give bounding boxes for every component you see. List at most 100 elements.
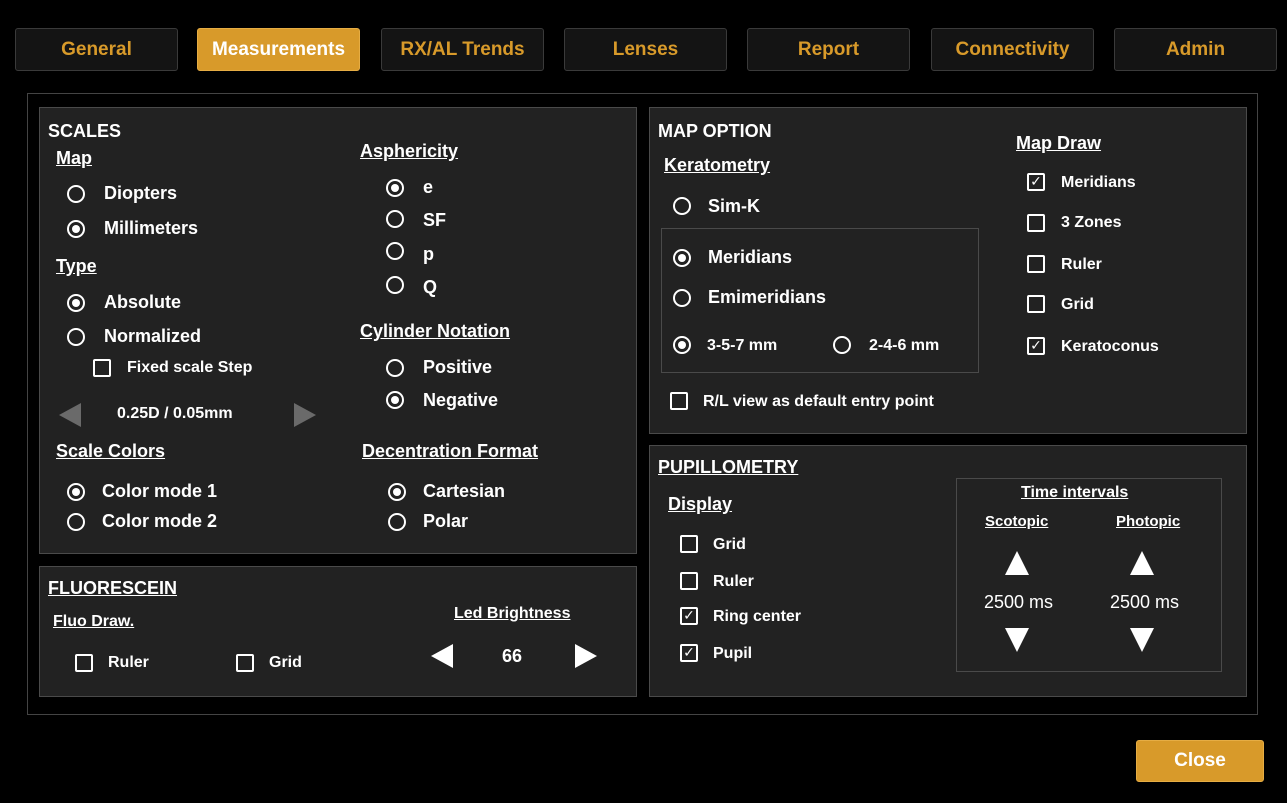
scotopic-heading: Scotopic	[985, 513, 1049, 530]
checkbox-fluo-grid[interactable]	[236, 654, 254, 672]
map-option-panel: MAP OPTION Keratometry Sim-K Meridians E…	[649, 107, 1247, 434]
tab-general[interactable]: General	[15, 28, 178, 71]
label-fluo-ruler: Ruler	[108, 654, 149, 671]
scale-colors-heading: Scale Colors	[56, 441, 166, 461]
label-polar: Polar	[423, 511, 469, 531]
radio-asphericity-p[interactable]	[386, 242, 404, 260]
checkbox-pupil-grid[interactable]	[680, 535, 698, 553]
tab-report[interactable]: Report	[747, 28, 910, 71]
label-ring-center: Ring center	[713, 608, 802, 625]
radio-asphericity-sf[interactable]	[386, 210, 404, 228]
label-color-mode-2: Color mode 2	[102, 511, 218, 531]
label-map-grid: Grid	[1061, 296, 1094, 313]
radio-sim-k[interactable]	[673, 197, 691, 215]
radio-diopters[interactable]	[67, 185, 85, 203]
label-map-meridians: Meridians	[1061, 174, 1136, 191]
label-absolute: Absolute	[104, 292, 182, 312]
radio-normalized[interactable]	[67, 328, 85, 346]
label-sim-k: Sim-K	[708, 196, 761, 216]
photopic-increase-arrow-icon[interactable]	[1130, 551, 1154, 575]
cylinder-notation-heading: Cylinder Notation	[360, 321, 511, 341]
label-zones-3-5-7: 3-5-7 mm	[707, 337, 778, 354]
label-map-keratoconus: Keratoconus	[1061, 338, 1159, 355]
pupillometry-title: PUPILLOMETRY	[658, 457, 799, 477]
checkbox-rl-view[interactable]	[670, 392, 688, 410]
checkbox-ring-center[interactable]: ✓	[680, 607, 698, 625]
scales-title: SCALES	[48, 121, 122, 141]
checkbox-map-ruler[interactable]	[1027, 255, 1045, 273]
checkbox-map-grid[interactable]	[1027, 295, 1045, 313]
led-brightness-heading: Led Brightness	[454, 605, 571, 622]
step-value: 0.25D / 0.05mm	[117, 405, 233, 422]
keratometry-heading: Keratometry	[664, 155, 771, 175]
map-heading: Map	[56, 148, 92, 168]
checkbox-map-3-zones[interactable]	[1027, 214, 1045, 232]
label-asphericity-sf: SF	[423, 210, 447, 230]
scotopic-value: 2500 ms	[984, 592, 1054, 612]
map-option-title: MAP OPTION	[658, 121, 772, 141]
label-map-3-zones: 3 Zones	[1061, 214, 1122, 231]
pupillometry-panel: PUPILLOMETRY Display Grid Ruler ✓ Ring c…	[649, 445, 1247, 697]
checkbox-pupil[interactable]: ✓	[680, 644, 698, 662]
label-pupil: Pupil	[713, 645, 753, 662]
label-asphericity-e: e	[423, 177, 434, 197]
label-normalized: Normalized	[104, 326, 202, 346]
decentration-format-heading: Decentration Format	[362, 441, 539, 461]
radio-asphericity-e[interactable]	[386, 179, 404, 197]
close-button[interactable]: Close	[1136, 740, 1264, 782]
step-increase-arrow-icon[interactable]	[294, 403, 316, 427]
label-pupil-ruler: Ruler	[713, 573, 754, 590]
label-rl-view: R/L view as default entry point	[703, 393, 934, 410]
fluorescein-title: FLUORESCEIN	[48, 578, 178, 598]
photopic-value: 2500 ms	[1110, 592, 1180, 612]
label-negative: Negative	[423, 390, 499, 410]
label-cartesian: Cartesian	[423, 481, 506, 501]
checkbox-fixed-scale-step[interactable]	[93, 359, 111, 377]
tab-admin[interactable]: Admin	[1114, 28, 1277, 71]
label-fluo-grid: Grid	[269, 654, 302, 671]
photopic-decrease-arrow-icon[interactable]	[1130, 628, 1154, 652]
label-pupil-grid: Grid	[713, 536, 746, 553]
scotopic-increase-arrow-icon[interactable]	[1005, 551, 1029, 575]
label-map-ruler: Ruler	[1061, 256, 1102, 273]
radio-asphericity-q[interactable]	[386, 276, 404, 294]
radio-color-mode-2[interactable]	[67, 513, 85, 531]
time-intervals-group	[956, 478, 1222, 672]
asphericity-heading: Asphericity	[360, 141, 459, 161]
checkbox-pupil-ruler[interactable]	[680, 572, 698, 590]
brightness-increase-arrow-icon[interactable]	[575, 644, 597, 668]
checkbox-map-keratoconus[interactable]: ✓	[1027, 337, 1045, 355]
label-meridians: Meridians	[708, 247, 793, 267]
display-heading: Display	[668, 494, 733, 514]
radio-meridians[interactable]	[673, 249, 691, 267]
radio-positive[interactable]	[386, 359, 404, 377]
tab-measurements[interactable]: Measurements	[197, 28, 360, 71]
brightness-decrease-arrow-icon[interactable]	[431, 644, 453, 668]
radio-color-mode-1[interactable]	[67, 483, 85, 501]
led-brightness-value: 66	[502, 646, 523, 666]
fluorescein-panel: FLUORESCEIN Fluo Draw. Ruler Grid Led Br…	[39, 566, 637, 697]
label-diopters: Diopters	[104, 183, 178, 203]
label-positive: Positive	[423, 357, 493, 377]
step-decrease-arrow-icon[interactable]	[59, 403, 81, 427]
tab-rx-al-trends[interactable]: RX/AL Trends	[381, 28, 544, 71]
radio-millimeters[interactable]	[67, 220, 85, 238]
checkbox-map-meridians[interactable]: ✓	[1027, 173, 1045, 191]
label-emimeridians: Emimeridians	[708, 287, 827, 307]
tab-connectivity[interactable]: Connectivity	[931, 28, 1094, 71]
scotopic-decrease-arrow-icon[interactable]	[1005, 628, 1029, 652]
label-fixed-scale-step: Fixed scale Step	[127, 359, 253, 376]
radio-zones-2-4-6[interactable]	[833, 336, 851, 354]
checkbox-fluo-ruler[interactable]	[75, 654, 93, 672]
label-color-mode-1: Color mode 1	[102, 481, 218, 501]
radio-emimeridians[interactable]	[673, 289, 691, 307]
tab-lenses[interactable]: Lenses	[564, 28, 727, 71]
radio-polar[interactable]	[388, 513, 406, 531]
radio-absolute[interactable]	[67, 294, 85, 312]
radio-cartesian[interactable]	[388, 483, 406, 501]
label-asphericity-p: p	[423, 244, 434, 264]
fluo-draw-heading: Fluo Draw.	[53, 613, 135, 630]
scales-panel: SCALES Map Diopters Millimeters Type Abs…	[39, 107, 637, 554]
radio-negative[interactable]	[386, 391, 404, 409]
radio-zones-3-5-7[interactable]	[673, 336, 691, 354]
